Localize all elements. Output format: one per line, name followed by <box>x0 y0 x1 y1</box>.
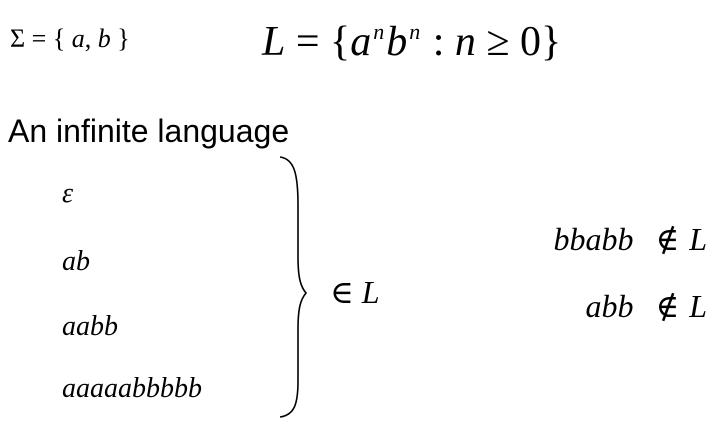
open-brace: { <box>52 24 66 53</box>
open-brace: { <box>330 19 351 65</box>
non-member-word: bbabb <box>553 221 634 257</box>
variable-n: n <box>454 19 476 65</box>
exponent-a: n <box>373 19 385 44</box>
not-element-symbol: ∉ <box>655 288 680 324</box>
colon: : <box>432 19 445 65</box>
language-definition: L = {anbn : n ≥ 0} <box>262 18 561 66</box>
base-a: a <box>350 19 372 65</box>
member-word: ε <box>62 178 74 209</box>
language-name: L <box>262 19 286 65</box>
member-word: aaaaabbbbb <box>62 373 202 404</box>
right-curly-brace <box>279 156 308 418</box>
close-brace: } <box>540 19 562 65</box>
not-element-symbol: ∉ <box>655 221 680 257</box>
language-name: L <box>689 221 707 257</box>
alphabet-definition: Σ = { a, b } <box>10 24 130 54</box>
geq-sign: ≥ <box>486 19 510 65</box>
zero: 0 <box>519 19 541 65</box>
element-of-symbol: ∈ <box>330 274 354 310</box>
equals-sign: = <box>31 24 47 53</box>
symbol-b: b <box>97 24 111 53</box>
exponent-b: n <box>409 19 421 44</box>
close-brace: } <box>117 24 130 53</box>
symbol-a: a <box>71 24 85 53</box>
language-name: L <box>361 274 380 310</box>
equals-sign: = <box>295 19 320 65</box>
language-name: L <box>689 288 707 324</box>
non-member-example: bbabb ∉ L <box>554 220 707 258</box>
member-word: aabb <box>62 311 118 342</box>
base-b: b <box>386 19 408 65</box>
non-member-example: abb ∉ L <box>586 287 707 325</box>
comma: , <box>84 24 92 53</box>
membership-label: ∈ L <box>330 273 379 311</box>
sigma-symbol: Σ <box>10 24 26 53</box>
non-member-word: abb <box>585 288 634 324</box>
member-word: ab <box>62 246 90 277</box>
heading: An infinite language <box>8 113 290 149</box>
